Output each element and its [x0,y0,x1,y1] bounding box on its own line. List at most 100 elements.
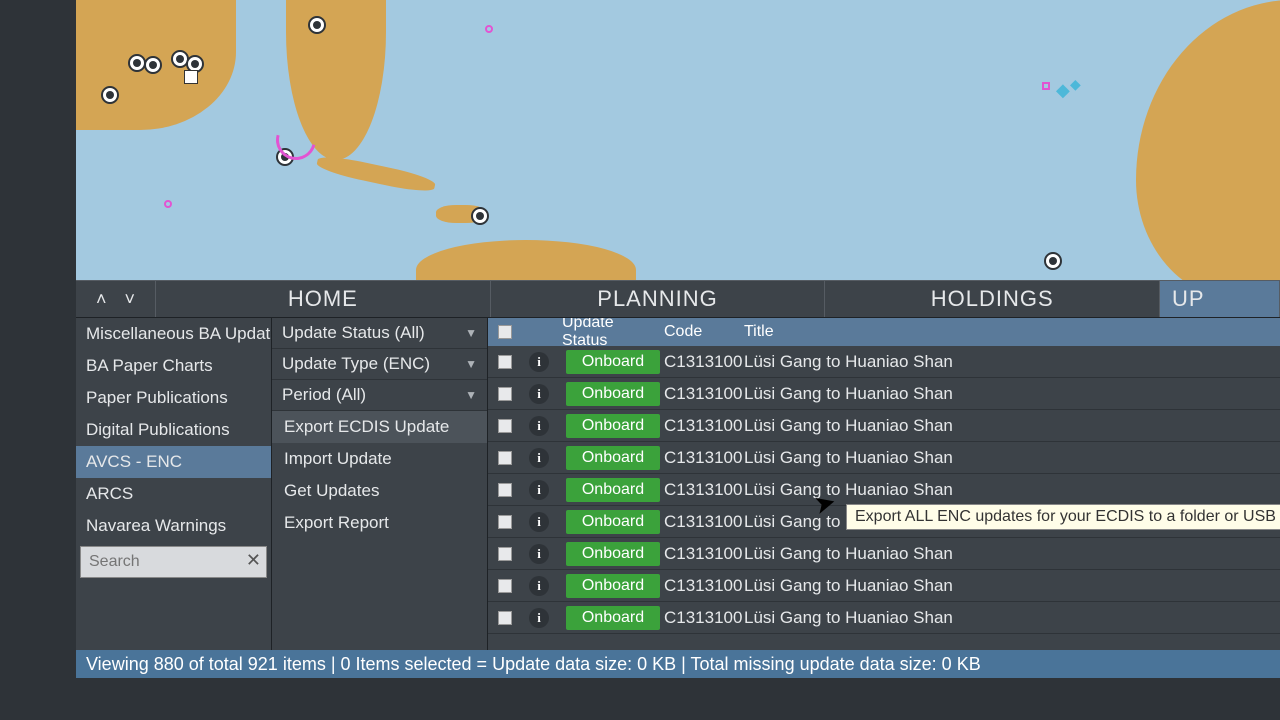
status-badge: Onboard [566,350,660,374]
filter-label: Period (All) [282,385,366,405]
sidebar-item-misc-ba[interactable]: Miscellaneous BA Updates [76,318,271,350]
port-marker[interactable] [101,86,119,104]
status-badge: Onboard [566,414,660,438]
filter-label: Update Status (All) [282,323,425,343]
status-badge: Onboard [566,478,660,502]
select-all-checkbox[interactable] [498,325,512,339]
table-row[interactable]: i OnboardC1313100Lüsi Gang to Huaniao Sha… [488,602,1280,634]
status-bar: Viewing 880 of total 921 items | 0 Items… [76,650,1280,678]
main-tabs: ˄ ˅ HOME PLANNING HOLDINGS UP [76,280,1280,318]
chevron-down-icon: ▼ [465,326,477,340]
status-badge: Onboard [566,446,660,470]
row-checkbox[interactable] [498,611,512,625]
actions-panel: Update Status (All) ▼ Update Type (ENC) … [272,318,488,678]
search-input[interactable] [80,546,267,578]
action-export-ecdis[interactable]: Export ECDIS Update [272,411,487,443]
table-row[interactable]: iOnboardC1313100Lüsi Gang to Huaniao Sha… [488,346,1280,378]
action-import-update[interactable]: Import Update [272,443,487,475]
filter-update-status[interactable]: Update Status (All) ▼ [272,318,487,349]
status-badge: Onboard [566,382,660,406]
cell-title: Lüsi Gang to Huaniao Shan [738,608,1280,628]
row-checkbox[interactable] [498,451,512,465]
map-view[interactable] [76,0,1280,280]
col-update-status[interactable]: Update Status [556,318,660,350]
cell-code: C1313100 [660,416,738,436]
status-badge: Onboard [566,574,660,598]
info-icon[interactable]: i [529,416,549,436]
cell-title: Lüsi Gang to Huaniao Shan [738,416,1280,436]
cell-code: C1313100 [660,512,738,532]
cell-title: Lüsi Gang to Huaniao Shan [738,544,1280,564]
chevron-up-icon[interactable]: ˄ [96,289,107,310]
info-icon[interactable]: i [529,608,549,628]
tab-planning[interactable]: PLANNING [491,281,826,317]
table-row[interactable]: i OnboardC1313100Lüsi Gang to Huaniao Sha… [488,378,1280,410]
cell-code: C1313100 [660,608,738,628]
cell-title: Lüsi Gang to Huaniao Shan [738,384,1280,404]
sidebar-item-paper-pubs[interactable]: Paper Publications [76,382,271,414]
map-pink-marker [485,25,493,33]
cell-title: Lüsi Gang to Huaniao Shan [738,576,1280,596]
row-checkbox[interactable] [498,547,512,561]
chevron-down-icon: ▼ [465,388,477,402]
table-row[interactable]: i OnboardC1313100Lüsi Gang to Huaniao Sha… [488,410,1280,442]
tab-updates[interactable]: UP [1160,281,1280,317]
filter-period[interactable]: Period (All) ▼ [272,380,487,411]
row-checkbox[interactable] [498,419,512,433]
action-export-report[interactable]: Export Report [272,507,487,539]
cell-code: C1313100 [660,544,738,564]
info-icon[interactable]: i [529,384,549,404]
tab-holdings[interactable]: HOLDINGS [825,281,1160,317]
sidebar-item-navarea[interactable]: Navarea Warnings [76,510,271,542]
clear-search-icon[interactable]: ✕ [246,550,261,571]
table-row[interactable]: i OnboardC1313100Lüsi Gang to Huaniao Sha… [488,538,1280,570]
cell-code: C1313100 [660,576,738,596]
grid-header: Update Status Code Title [488,318,1280,346]
info-icon[interactable]: i [529,352,549,372]
row-checkbox[interactable] [498,579,512,593]
col-title[interactable]: Title [738,323,1280,341]
status-badge: Onboard [566,510,660,534]
tab-home[interactable]: HOME [156,281,491,317]
info-icon[interactable]: i [529,480,549,500]
row-checkbox[interactable] [498,515,512,529]
row-checkbox[interactable] [498,355,512,369]
cell-code: C1313100 [660,448,738,468]
table-row[interactable]: iOnboardC1313100Lüsi Gang to Huaniao Sha… [488,474,1280,506]
row-checkbox[interactable] [498,387,512,401]
port-marker[interactable] [308,16,326,34]
table-row[interactable]: i OnboardC1313100Lüsi Gang to Huaniao Sha… [488,442,1280,474]
status-badge: Onboard [566,606,660,630]
filter-label: Update Type (ENC) [282,354,430,374]
chevron-down-icon: ▼ [465,357,477,371]
cell-title: Lüsi Gang to Huaniao Shan [738,352,1280,372]
map-indicator-icon [184,70,198,84]
port-marker[interactable] [471,207,489,225]
info-icon[interactable]: i [529,576,549,596]
status-badge: Onboard [566,542,660,566]
table-row[interactable]: i OnboardC1313100Lüsi Gang to Huaniao Sha… [488,570,1280,602]
sidebar-item-digital-pubs[interactable]: Digital Publications [76,414,271,446]
col-code[interactable]: Code [660,323,738,341]
info-icon[interactable]: i [529,512,549,532]
info-icon[interactable]: i [529,448,549,468]
cell-code: C1313100 [660,384,738,404]
port-marker[interactable] [1044,252,1062,270]
chevron-down-icon[interactable]: ˅ [125,289,136,310]
tooltip: Export ALL ENC updates for your ECDIS to… [846,504,1280,530]
sidebar-item-ba-paper[interactable]: BA Paper Charts [76,350,271,382]
row-checkbox[interactable] [498,483,512,497]
sidebar-item-avcs-enc[interactable]: AVCS - ENC [76,446,271,478]
cell-title: Lüsi Gang to Huaniao Shan [738,448,1280,468]
sidebar-item-arcs[interactable]: ARCS [76,478,271,510]
results-grid: Update Status Code Title iOnboardC131310… [488,318,1280,678]
cell-code: C1313100 [660,480,738,500]
category-sidebar: Miscellaneous BA Updates BA Paper Charts… [76,318,272,678]
port-marker[interactable] [144,56,162,74]
info-icon[interactable]: i [529,544,549,564]
filter-update-type[interactable]: Update Type (ENC) ▼ [272,349,487,380]
map-pink-marker [1042,82,1050,90]
panel-toggle: ˄ ˅ [76,281,156,317]
action-get-updates[interactable]: Get Updates [272,475,487,507]
map-pink-marker [164,200,172,208]
